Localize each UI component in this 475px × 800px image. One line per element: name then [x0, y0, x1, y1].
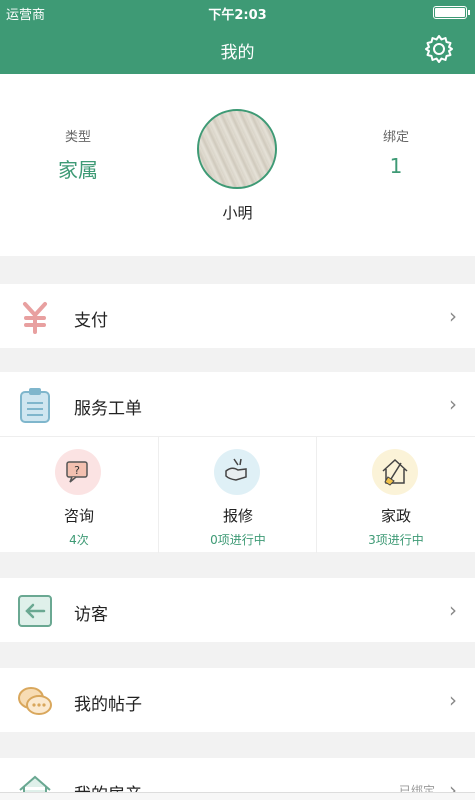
bind-value[interactable]: 1	[336, 154, 456, 178]
bind-label: 绑定	[382, 130, 409, 145]
chat-bubbles-icon	[18, 687, 52, 715]
repair-name: 报修	[222, 507, 253, 525]
type-value: 家属	[58, 158, 98, 182]
chat-question-icon: ?	[55, 449, 101, 495]
menu-item-my-posts[interactable]: 我的帖子 ›	[0, 668, 475, 732]
chevron-right-icon: ›	[449, 598, 457, 622]
repair-stat: 0项进行中	[210, 533, 266, 547]
visitors-label: 访客	[74, 605, 108, 625]
avatar[interactable]	[197, 109, 277, 189]
svg-text:?: ?	[74, 464, 80, 477]
menu-item-visitors[interactable]: 访客 ›	[0, 578, 475, 642]
chevron-right-icon: ›	[449, 778, 457, 792]
my-posts-label: 我的帖子	[74, 695, 142, 715]
tab-bar	[0, 792, 475, 800]
housekeeping-name: 家政	[380, 507, 411, 525]
my-house-status: 已绑定	[398, 784, 435, 792]
status-bar: 运营商 下午2:03	[0, 0, 475, 24]
housekeeping-stat: 3项进行中	[368, 533, 424, 547]
visitor-enter-icon	[18, 595, 52, 627]
service-stats: ? 咨询 4次 报修 0项进行中 家政 3项进行中	[0, 436, 475, 553]
pay-label: 支付	[74, 311, 108, 331]
profile-card: 类型 家属 小明 绑定 1	[0, 74, 475, 256]
service-consult[interactable]: ? 咨询 4次	[0, 437, 158, 553]
username: 小明	[222, 204, 253, 222]
chevron-right-icon: ›	[449, 304, 457, 328]
top-header: 运营商 下午2:03 我的	[0, 0, 475, 74]
yen-icon	[23, 302, 47, 334]
battery-icon	[433, 6, 470, 19]
house-icon	[19, 775, 51, 792]
chevron-right-icon: ›	[449, 688, 457, 712]
type-label: 类型	[64, 130, 91, 145]
status-time: 下午2:03	[208, 8, 267, 23]
consult-stat: 4次	[69, 533, 89, 547]
broom-house-icon	[372, 449, 418, 495]
menu-item-pay[interactable]: 支付 ›	[0, 284, 475, 348]
my-house-label: 我的房产	[74, 780, 142, 792]
consult-name: 咨询	[63, 507, 94, 525]
repair-hand-icon	[214, 449, 260, 495]
menu-item-my-house[interactable]: 我的房产 已绑定 ›	[0, 758, 475, 792]
clipboard-icon	[20, 388, 50, 423]
chevron-right-icon: ›	[449, 392, 457, 416]
menu-item-service-orders[interactable]: 服务工单 ›	[0, 372, 475, 436]
service-housekeeping[interactable]: 家政 3项进行中	[316, 437, 474, 553]
gear-icon[interactable]	[423, 33, 455, 65]
page-title: 我的	[220, 43, 255, 63]
service-orders-label: 服务工单	[74, 399, 142, 419]
service-repair[interactable]: 报修 0项进行中	[158, 437, 316, 553]
